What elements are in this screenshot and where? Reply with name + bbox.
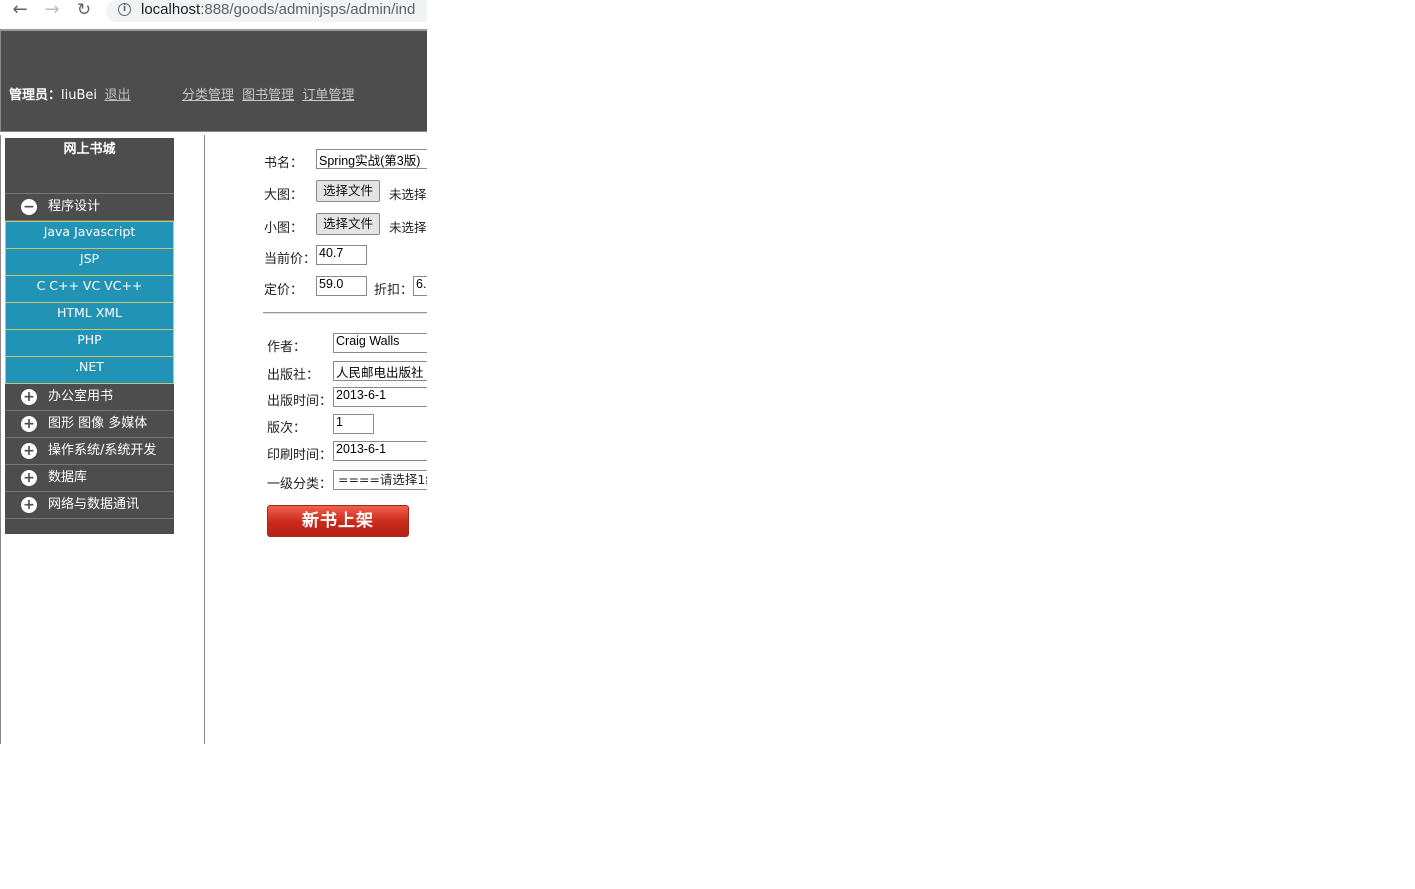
form-divider — [263, 312, 427, 314]
subcategory-html-xml[interactable]: HTML XML — [5, 303, 174, 330]
top-frame: 管理员：liuBei 退出 分类管理 图书管理 订单管理 — [0, 29, 427, 131]
expand-icon: + — [21, 389, 37, 405]
current-price-input[interactable]: 40.7 — [316, 245, 367, 265]
publisher-label: 出版社： — [267, 368, 320, 383]
left-frame: 网上书城 − 程序设计 Java Javascript JSP C C++ VC… — [0, 135, 205, 744]
category-database[interactable]: + 数据库 — [5, 465, 174, 492]
category-management-link[interactable]: 分类管理 — [182, 88, 234, 103]
admin-name: liuBei — [61, 88, 98, 103]
category-office[interactable]: + 办公室用书 — [5, 384, 174, 411]
back-arrow-icon[interactable]: ← — [10, 0, 30, 22]
small-image-label: 小图： — [264, 221, 304, 236]
logout-link[interactable]: 退出 — [105, 88, 131, 103]
menu-footer — [5, 519, 174, 534]
list-price-label: 定价： — [264, 283, 304, 298]
admin-frameset: 管理员：liuBei 退出 分类管理 图书管理 订单管理 网上书城 − 程序设计… — [0, 29, 427, 744]
subcategory-c-cpp[interactable]: C C++ VC VC++ — [5, 276, 174, 303]
edition-input[interactable]: 1 — [333, 414, 374, 434]
order-management-link[interactable]: 订单管理 — [302, 88, 354, 103]
category-menu: 网上书城 − 程序设计 Java Javascript JSP C C++ VC… — [5, 138, 174, 534]
menu-title: 网上书城 — [5, 138, 174, 194]
url-text: localhost:888/goods/adminjsps/admin/ind — [141, 1, 416, 18]
category-label: 操作系统/系统开发 — [48, 443, 157, 458]
expand-icon: + — [21, 416, 37, 432]
author-input[interactable]: Craig Walls — [333, 333, 427, 353]
category-graphics[interactable]: + 图形 图像 多媒体 — [5, 411, 174, 438]
category-label: 数据库 — [48, 470, 88, 485]
category-level1-select[interactable]: ====请选择1级 — [333, 470, 427, 490]
print-date-input[interactable]: 2013-6-1 — [333, 441, 427, 461]
admin-prefix: 管理员： — [9, 88, 62, 103]
category-label: 图形 图像 多媒体 — [48, 416, 148, 431]
list-price-input[interactable]: 59.0 — [316, 276, 367, 296]
category-label: 办公室用书 — [48, 389, 114, 404]
book-management-link[interactable]: 图书管理 — [242, 88, 294, 103]
subcategory-java-javascript[interactable]: Java Javascript — [5, 221, 174, 249]
main-frame: 书名： Spring实战(第3版) 大图： 选择文件 未选择 小图： 选择文件 … — [205, 135, 427, 744]
collapse-icon: − — [21, 199, 37, 215]
expand-icon: + — [21, 443, 37, 459]
publisher-input[interactable]: 人民邮电出版社 — [333, 361, 427, 381]
forward-arrow-icon[interactable]: → — [42, 0, 62, 22]
category-label: 网络与数据通讯 — [48, 497, 140, 512]
expand-icon: + — [21, 470, 37, 486]
book-name-label: 书名： — [264, 156, 304, 171]
admin-info: 管理员：liuBei 退出 — [9, 84, 131, 103]
book-name-input[interactable]: Spring实战(第3版) — [316, 149, 427, 169]
category-label: 程序设计 — [48, 199, 101, 214]
category-level1-label: 一级分类： — [267, 477, 333, 492]
small-image-file-status: 未选择 — [389, 220, 427, 235]
subcategory-php[interactable]: PHP — [5, 330, 174, 357]
author-label: 作者： — [267, 340, 307, 355]
expand-icon: + — [21, 497, 37, 513]
category-network[interactable]: + 网络与数据通讯 — [5, 492, 174, 519]
discount-label: 折扣： — [374, 283, 414, 298]
top-menu: 分类管理 图书管理 订单管理 — [182, 84, 358, 103]
category-programming[interactable]: − 程序设计 — [5, 194, 174, 221]
print-date-label: 印刷时间： — [267, 448, 333, 463]
current-price-label: 当前价： — [264, 252, 317, 267]
subcategory-jsp[interactable]: JSP — [5, 249, 174, 276]
big-image-file-status: 未选择 — [389, 187, 427, 202]
discount-input[interactable]: 6. — [413, 276, 427, 296]
address-bar[interactable]: i localhost:888/goods/adminjsps/admin/in… — [106, 0, 427, 22]
info-icon[interactable]: i — [118, 3, 131, 16]
small-image-choose-file-button[interactable]: 选择文件 — [316, 213, 381, 235]
reload-icon[interactable]: ↻ — [74, 0, 94, 22]
big-image-choose-file-button[interactable]: 选择文件 — [316, 180, 381, 202]
add-book-submit-button[interactable]: 新书上架 — [267, 505, 409, 537]
publish-date-input[interactable]: 2013-6-1 — [333, 387, 427, 407]
big-image-label: 大图： — [264, 188, 304, 203]
category-os[interactable]: + 操作系统/系统开发 — [5, 438, 174, 465]
subcategory-dotnet[interactable]: .NET — [5, 357, 174, 384]
publish-date-label: 出版时间： — [267, 394, 333, 409]
edition-label: 版次： — [267, 421, 307, 436]
browser-toolbar: ← → ↻ i localhost:888/goods/adminjsps/ad… — [0, 0, 427, 24]
